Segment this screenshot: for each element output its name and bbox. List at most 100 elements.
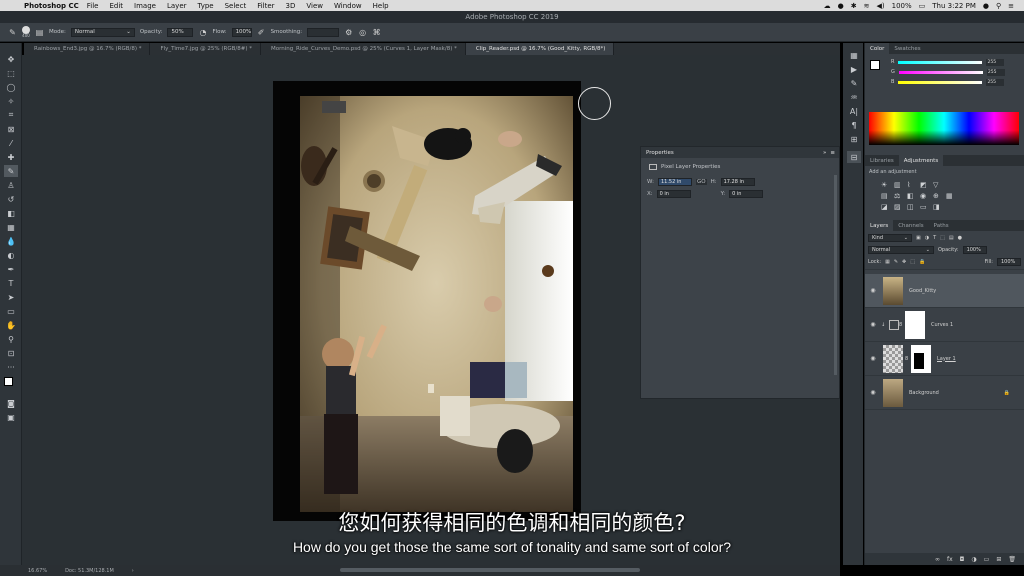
gradient-tool-icon[interactable]: ▦ — [4, 221, 18, 233]
green-value[interactable]: 255 — [986, 68, 1005, 76]
height-input[interactable]: 17.28 in — [720, 178, 755, 186]
layer-row-curves-1[interactable]: ◉ ↓ 8 Curves 1 — [865, 308, 1024, 342]
filter-pixel-icon[interactable]: ▣ — [916, 235, 921, 241]
glyphs-panel-icon[interactable]: ⊞ — [847, 133, 861, 145]
layer-name[interactable]: Good_Kitty — [909, 288, 936, 294]
brush-settings-icon[interactable]: ▤ — [35, 28, 44, 37]
brush-settings-panel-icon[interactable]: ♒ — [847, 91, 861, 103]
color-spectrum[interactable] — [869, 112, 1019, 145]
screen-mode-icon[interactable]: ▣ — [4, 411, 18, 423]
layer-row-good-kitty[interactable]: ◉ Good_Kitty — [865, 274, 1024, 308]
smoothing-settings-gear-icon[interactable]: ⚙ — [344, 28, 353, 37]
pressure-opacity-icon[interactable]: ◔ — [198, 28, 207, 37]
tab-layers[interactable]: Layers — [865, 220, 894, 231]
tab-clip-reader[interactable]: Clip_Reader.psd @ 16.7% (Good_Kitty, RGB… — [465, 43, 615, 55]
brush-size-picker[interactable]: 400 — [22, 26, 30, 38]
lock-image-icon[interactable]: ✎ — [894, 259, 898, 265]
visibility-eye-icon[interactable]: ◉ — [865, 287, 881, 294]
levels-icon[interactable]: ▥ — [894, 181, 903, 189]
fg-color-chip[interactable] — [870, 60, 880, 70]
airbrush-icon[interactable]: ✐ — [257, 28, 266, 37]
menu-select[interactable]: Select — [225, 2, 247, 10]
invert-icon[interactable]: ◪ — [881, 203, 890, 211]
menu-edit[interactable]: Edit — [109, 2, 123, 10]
spotlight-search-icon[interactable]: ⚲ — [996, 2, 1001, 10]
delete-layer-icon[interactable]: 🗑 — [1008, 556, 1016, 563]
x-input[interactable]: 0 in — [656, 190, 691, 198]
volume-icon[interactable]: ◀) — [877, 2, 885, 10]
pressure-size-icon[interactable]: ◎ — [358, 28, 367, 37]
tab-libraries[interactable]: Libraries — [865, 155, 899, 166]
blur-tool-icon[interactable]: 💧 — [4, 235, 18, 247]
lock-artboard-icon[interactable]: ⬚ — [910, 259, 915, 265]
notification-center-icon[interactable]: ≡ — [1008, 2, 1014, 10]
curves-icon[interactable]: ⌇ — [907, 181, 916, 189]
black-white-icon[interactable]: ◧ — [907, 192, 916, 200]
filter-type-icon[interactable]: T — [933, 235, 936, 241]
filter-shape-icon[interactable]: ⬚ — [940, 235, 945, 241]
healing-brush-tool-icon[interactable]: ✚ — [4, 151, 18, 163]
filter-toggle-icon[interactable]: ● — [958, 235, 962, 241]
zoom-level[interactable]: 16.67% — [28, 568, 47, 574]
crop-tool-icon[interactable]: ⌗ — [4, 109, 18, 121]
flow-field[interactable]: 100% — [231, 27, 252, 37]
layer-row-background[interactable]: ◉ Background 🔒 — [865, 376, 1024, 410]
photo-filter-icon[interactable]: ◉ — [920, 192, 929, 200]
clone-stamp-tool-icon[interactable]: ♙ — [4, 179, 18, 191]
zoom-tool-icon[interactable]: ⚲ — [4, 333, 18, 345]
menu-3d[interactable]: 3D — [286, 2, 296, 10]
color-swatches[interactable] — [0, 377, 21, 395]
smoothing-field[interactable] — [307, 27, 340, 37]
menu-layer[interactable]: Layer — [167, 2, 187, 10]
selective-color-icon[interactable]: ◨ — [933, 203, 942, 211]
user-icon[interactable]: ● — [983, 2, 989, 10]
document-photo[interactable] — [300, 96, 573, 512]
menubar-clock[interactable]: Thu 3:22 PM — [932, 2, 976, 10]
link-layers-icon[interactable]: ∞ — [935, 556, 940, 563]
type-tool-icon[interactable]: T — [4, 277, 18, 289]
layer-mask-thumbnail[interactable] — [911, 344, 931, 373]
chain-link-icon[interactable]: 8 — [899, 322, 903, 328]
creative-cloud-icon[interactable]: ☁ — [824, 2, 831, 10]
dodge-tool-icon[interactable]: ◐ — [4, 249, 18, 261]
history-brush-tool-icon[interactable]: ↺ — [4, 193, 18, 205]
eraser-tool-icon[interactable]: ◧ — [4, 207, 18, 219]
layer-mask-thumbnail[interactable] — [905, 310, 925, 339]
actions-play-icon[interactable]: ▶ — [847, 63, 861, 75]
tab-fly-time[interactable]: Fly_Time7.jpg @ 25% (RGB/8#) * — [150, 43, 261, 55]
tab-channels[interactable]: Channels — [893, 220, 928, 231]
character-panel-icon[interactable]: A| — [847, 105, 861, 117]
chain-link-icon[interactable]: 8 — [905, 356, 909, 362]
lock-all-icon[interactable]: 🔒 — [919, 259, 925, 265]
layer-name[interactable]: Curves 1 — [931, 322, 953, 328]
tab-swatches[interactable]: Swatches — [889, 43, 925, 54]
menu-window[interactable]: Window — [334, 2, 362, 10]
menu-filter[interactable]: Filter — [257, 2, 274, 10]
visibility-eye-icon[interactable]: ◉ — [865, 321, 881, 328]
green-slider[interactable] — [898, 70, 983, 74]
layer-opacity-field[interactable]: 100% — [962, 246, 987, 254]
tab-paths[interactable]: Paths — [929, 220, 954, 231]
new-adjustment-icon[interactable]: ◑ — [971, 556, 976, 563]
lock-position-icon[interactable]: ✥ — [902, 259, 906, 265]
new-layer-icon[interactable]: ⊞ — [996, 556, 1001, 563]
blue-slider[interactable] — [898, 80, 983, 84]
exposure-icon[interactable]: ◩ — [920, 181, 929, 189]
rectangle-tool-icon[interactable]: ▭ — [4, 305, 18, 317]
mode-select[interactable]: Normal ⌄ — [70, 27, 135, 37]
posterize-icon[interactable]: ▨ — [894, 203, 903, 211]
bluetooth-icon[interactable]: ✱ — [851, 2, 857, 10]
brush-panel-icon[interactable]: ✎ — [847, 77, 861, 89]
path-selection-tool-icon[interactable]: ➤ — [4, 291, 18, 303]
blue-value[interactable]: 255 — [986, 78, 1005, 86]
vibrance-icon[interactable]: ▽ — [933, 181, 942, 189]
foreground-color-swatch[interactable] — [4, 377, 13, 386]
record-icon[interactable]: ● — [838, 2, 844, 10]
layer-style-fx-icon[interactable]: fx — [947, 556, 953, 563]
frame-tool-icon[interactable]: ⊠ — [4, 123, 18, 135]
fill-field[interactable]: 100% — [997, 258, 1021, 266]
blend-mode-select[interactable]: Normal ⌄ — [868, 246, 934, 254]
panel-menu-icon[interactable]: ≡ — [830, 150, 835, 156]
lasso-tool-icon[interactable]: ◯ — [4, 81, 18, 93]
horizontal-scrollbar[interactable] — [340, 568, 640, 572]
